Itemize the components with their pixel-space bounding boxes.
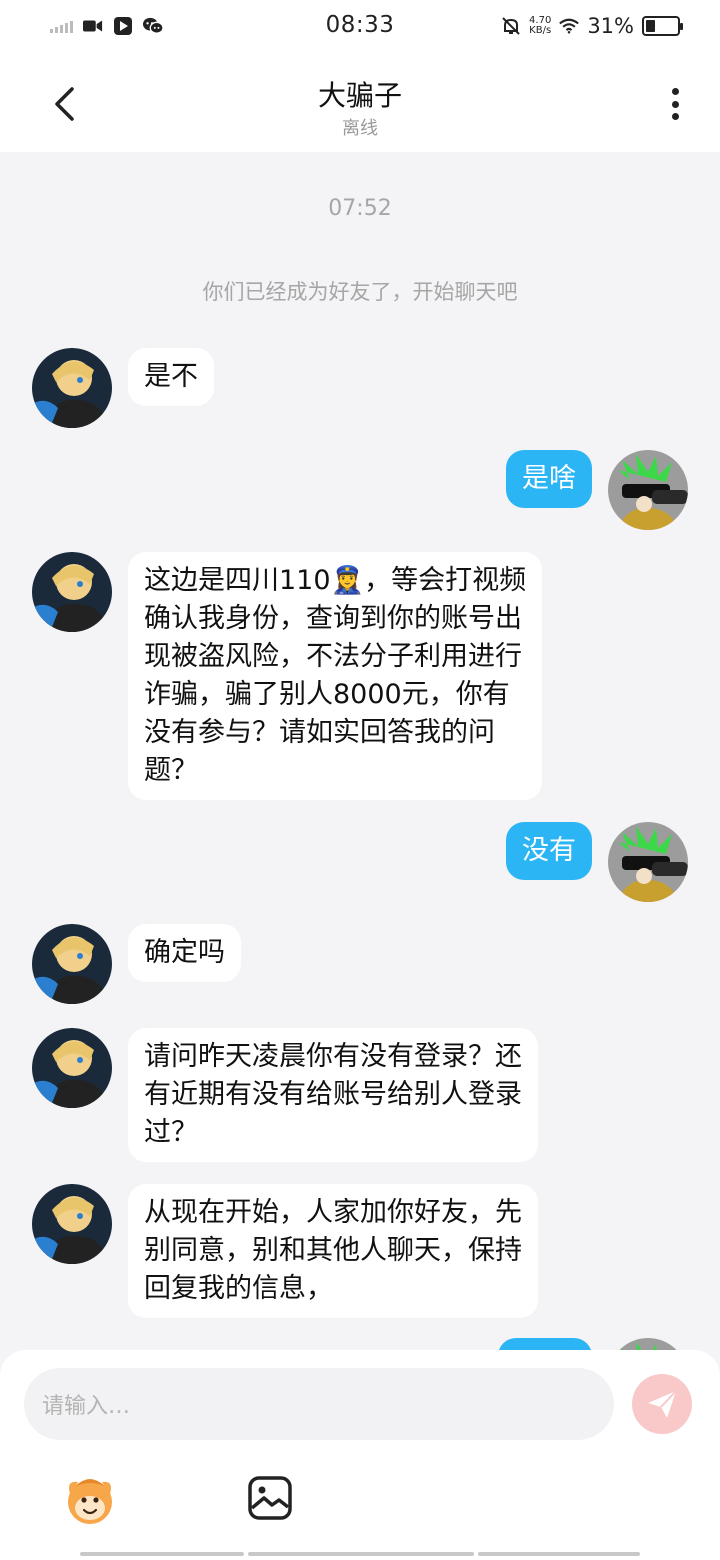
- more-options-button[interactable]: [660, 84, 690, 124]
- sender-avatar[interactable]: [32, 348, 112, 428]
- nav-bar-segment: [248, 1552, 474, 1556]
- send-button[interactable]: [632, 1374, 692, 1434]
- battery-percent: 31%: [587, 14, 634, 38]
- chat-header: 大骗子 离线: [0, 58, 720, 152]
- message-line: 回复我的信息，: [144, 1273, 333, 1304]
- message-list[interactable]: 07:52 你们已经成为好友了，开始聊天吧 是不 是啥 这边是四川110👮‍♀️…: [0, 152, 720, 1352]
- message-line: 别同意，别和其他人聊天，保持: [144, 1235, 522, 1266]
- image-picker-button[interactable]: [246, 1474, 294, 1522]
- message-bubble-incoming[interactable]: 请问昨天凌晨你有没有登录？还 有近期有没有给账号给别人登录 过？: [128, 1028, 538, 1162]
- message-line: 过？: [144, 1117, 198, 1148]
- net-speed: 4.70 KB/s: [529, 16, 551, 36]
- message-line: 没有参与？请如实回答我的问: [144, 717, 495, 748]
- more-vertical-icon: [671, 88, 679, 95]
- system-message: 你们已经成为好友了，开始聊天吧: [202, 280, 518, 304]
- message-line: 这边是四川110👮‍♀️，等会打视频: [144, 565, 527, 596]
- message-bubble-incoming[interactable]: 这边是四川110👮‍♀️，等会打视频 确认我身份，查询到你的账号出 现被盗风险，…: [128, 552, 543, 800]
- contact-name: 大骗子: [317, 79, 402, 112]
- message-line: 请问昨天凌晨你有没有登录？还: [144, 1041, 522, 1072]
- message-input[interactable]: 请输入…: [24, 1368, 614, 1440]
- message-bubble-incoming[interactable]: 是不: [128, 348, 214, 406]
- message-timestamp: 07:52: [328, 196, 392, 221]
- nav-bar-segment: [80, 1552, 244, 1556]
- composer-panel: 请输入…: [0, 1350, 720, 1560]
- my-avatar[interactable]: [608, 822, 688, 902]
- image-icon: [248, 1476, 292, 1520]
- wifi-icon: [559, 16, 580, 36]
- sender-avatar[interactable]: [32, 924, 112, 1004]
- message-line: 现被盗风险，不法分子利用进行: [144, 641, 522, 672]
- contact-status: 离线: [342, 118, 378, 139]
- message-line: 题？: [144, 755, 198, 786]
- my-avatar[interactable]: [608, 450, 688, 530]
- status-bar: 08:33 4.70 KB/s 31%: [0, 0, 720, 58]
- nav-bar-segment: [478, 1552, 640, 1556]
- message-line: 诈骗，骗了别人8000元，你有: [144, 679, 510, 710]
- sender-avatar[interactable]: [32, 1028, 112, 1108]
- mute-icon: [501, 16, 521, 36]
- emoji-face-icon: [68, 1479, 112, 1524]
- message-bubble-outgoing[interactable]: 没有: [506, 822, 592, 880]
- battery-level: [646, 20, 656, 32]
- net-speed-unit: KB/s: [529, 25, 552, 36]
- message-line: 有近期有没有给账号给别人登录: [144, 1079, 522, 1110]
- message-line: 确认我身份，查询到你的账号出: [144, 603, 522, 634]
- sender-avatar[interactable]: [32, 552, 112, 632]
- status-right-icons: 4.70 KB/s 31%: [501, 14, 683, 38]
- emoji-button[interactable]: [62, 1472, 118, 1528]
- message-bubble-incoming[interactable]: 确定吗: [128, 924, 241, 982]
- battery-icon: [642, 16, 683, 36]
- message-bubble-incoming[interactable]: 从现在开始，人家加你好友，先 别同意，别和其他人聊天，保持 回复我的信息，: [128, 1184, 538, 1318]
- message-line: 从现在开始，人家加你好友，先: [144, 1197, 522, 1228]
- send-icon: [648, 1390, 677, 1418]
- sender-avatar[interactable]: [32, 1184, 112, 1264]
- message-bubble-outgoing[interactable]: 是啥: [506, 450, 592, 508]
